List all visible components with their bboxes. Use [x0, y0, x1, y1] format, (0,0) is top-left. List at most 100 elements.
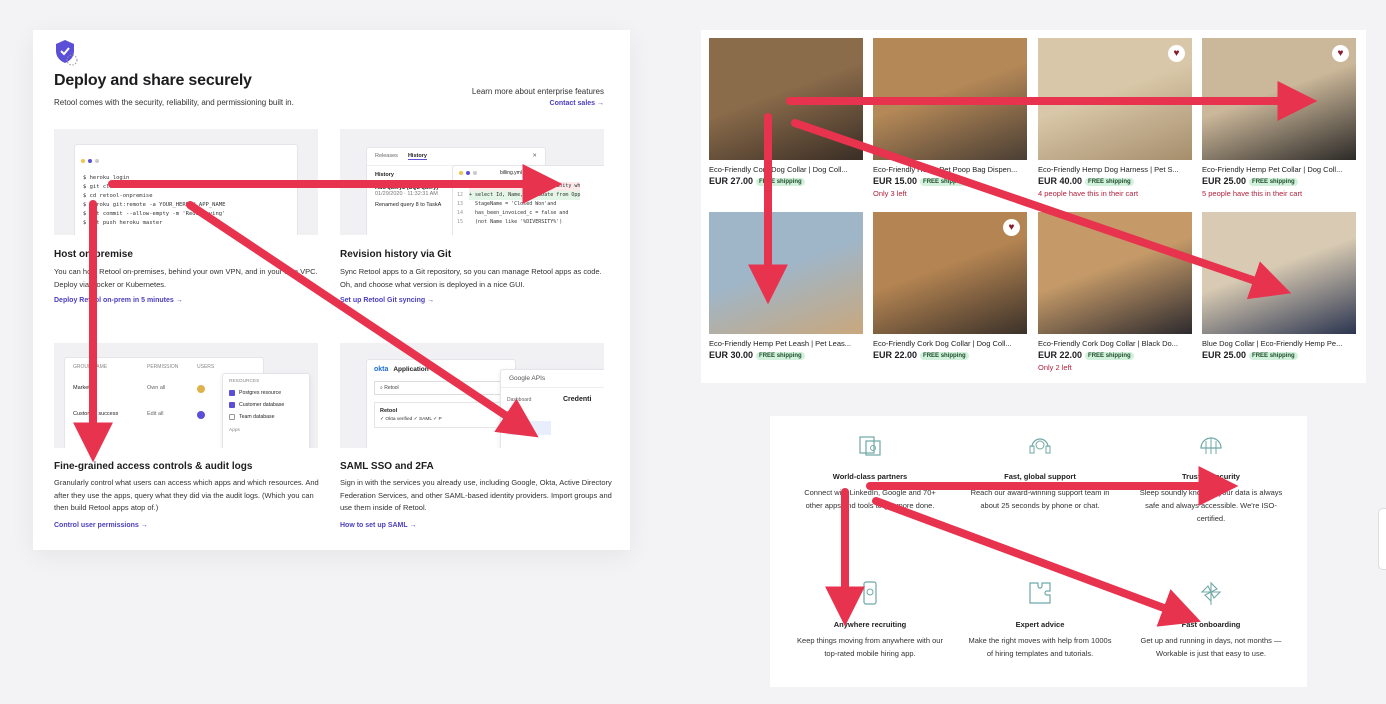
page-title: Deploy and share securely	[54, 72, 252, 89]
product-card[interactable]: Eco-Friendly Cork Dog Collar | Dog Coll.…	[709, 38, 864, 186]
product-card[interactable]: ♥ Eco-Friendly Cork Dog Collar | Dog Coll…	[873, 212, 1028, 360]
feature-desc: Get up and running in days, not months —…	[1140, 636, 1282, 658]
control-permissions-link[interactable]: Control user permissions →	[54, 522, 148, 529]
diff-code: - select Id, Name from Opportunity wh + …	[469, 182, 581, 227]
diff-line-added: + select Id, Name, CloseDate from Opp	[469, 191, 581, 200]
product-card[interactable]: Eco-Friendly Cork Dog Collar | Black Do.…	[1038, 212, 1193, 372]
search-value: Retool	[384, 385, 399, 391]
code-line: $ git push heroku master	[83, 220, 163, 226]
code-line: $ git clone	[83, 184, 120, 190]
checkbox-checked-icon[interactable]	[229, 390, 235, 396]
product-name[interactable]: Eco-Friendly Cork Dog Collar | Dog Coll.…	[873, 339, 1023, 348]
free-shipping-badge: FREE shipping	[756, 178, 805, 186]
free-shipping-badge: FREE shipping	[1249, 352, 1298, 360]
product-name[interactable]: Eco-Friendly Hemp Pet Collar | Dog Coll.…	[1202, 165, 1352, 174]
nav-item-credentials[interactable]: Credentials	[507, 421, 551, 435]
product-image[interactable]	[1202, 212, 1356, 334]
nav-item-library[interactable]: Library	[507, 407, 551, 421]
workable-features-panel: World-class partners Connect with Linked…	[770, 416, 1307, 687]
security-icon	[1200, 437, 1222, 454]
product-image[interactable]: ♥	[873, 212, 1027, 334]
product-card[interactable]: ♥ Eco-Friendly Hemp Dog Harness | Pet S..…	[1038, 38, 1193, 198]
product-price: EUR 40.00 FREE shipping	[1038, 176, 1193, 186]
product-image[interactable]	[709, 38, 863, 160]
product-card[interactable]: ♥ Eco-Friendly Hemp Pet Collar | Dog Coll…	[1202, 38, 1357, 198]
okta-search-input[interactable]: ⌕ Retool	[374, 381, 508, 395]
diff-line-removed: - select Id, Name from Opportunity wh	[469, 182, 581, 191]
price-value: EUR 25.00	[1202, 176, 1247, 186]
favorite-heart-icon[interactable]: ♥	[1332, 45, 1349, 62]
diff-filename: billing.yml	[500, 170, 522, 176]
feature-security: Trusted security Sleep soundly knowing y…	[1136, 432, 1286, 525]
code-line: $ git commit --allow-empty -m 'Redeployi…	[83, 211, 226, 217]
product-name[interactable]: Eco-Friendly Cork Dog Collar | Black Do.…	[1038, 339, 1188, 348]
resources-heading: RESOURCES	[229, 379, 260, 384]
feature-recruiting: Anywhere recruiting Keep things moving f…	[795, 580, 945, 660]
product-card[interactable]: Eco-Friendly Hemp Pet Leash | Pet Leas..…	[709, 212, 864, 360]
resource-option[interactable]: Team database	[223, 411, 309, 423]
resources-dropdown: RESOURCES Postgres resource Customer dat…	[222, 373, 310, 448]
product-grid-panel: Eco-Friendly Cork Dog Collar | Dog Coll.…	[701, 30, 1366, 383]
product-name[interactable]: Eco-Friendly Hemp Dog Harness | Pet S...	[1038, 165, 1188, 174]
feature-title: Fast, global support	[1004, 472, 1076, 481]
price-value: EUR 30.00	[709, 350, 754, 360]
app-name: Retool	[380, 408, 398, 414]
card-desc-access: Granularly control what users can access…	[54, 478, 319, 512]
code-line: $ heroku login	[83, 175, 130, 181]
diff-line: StageName = 'Closed Won'and	[469, 201, 557, 207]
page-subtitle: Retool comes with the security, reliabil…	[54, 98, 294, 107]
git-syncing-link[interactable]: Set up Retool Git syncing →	[340, 297, 434, 304]
group-name: Marketing	[73, 385, 98, 391]
column-header: USERS	[197, 364, 215, 370]
tab-releases[interactable]: Releases	[375, 153, 398, 160]
resource-option[interactable]: Postgres resource	[223, 387, 309, 399]
close-icon[interactable]: ✕	[532, 153, 537, 160]
google-apis-title: Google APIs	[501, 370, 604, 388]
setup-saml-link[interactable]: How to set up SAML →	[340, 522, 416, 529]
enterprise-features-text: Learn more about enterprise features	[471, 87, 604, 96]
feature-title: World-class partners	[832, 472, 908, 481]
product-image[interactable]: ♥	[1202, 38, 1356, 160]
feature-desc: Connect with LinkedIn, Google and 70+ ot…	[804, 488, 936, 510]
deploy-on-prem-link[interactable]: Deploy Retool on-prem in 5 minutes →	[54, 297, 183, 304]
product-image[interactable]: ♥	[1038, 38, 1192, 160]
okta-app-item[interactable]: Retool ✓ Okta verified ✓ SAML ✓ P	[374, 402, 508, 428]
permission-value: Edit all	[147, 411, 164, 417]
checkbox-icon[interactable]	[229, 414, 235, 420]
host-on-premise-illustration: $ heroku login $ git clone $ cd retool-o…	[54, 129, 318, 235]
side-panel-handle[interactable]	[1378, 508, 1386, 570]
product-image[interactable]	[709, 212, 863, 334]
contact-sales-link[interactable]: Contact sales →	[550, 100, 604, 107]
feature-desc: Reach our award-winning support team in …	[970, 488, 1110, 510]
nav-item-dashboard[interactable]: Dashboard	[507, 393, 551, 407]
code-line: $ cd retool-onpremise	[83, 193, 153, 199]
product-price: EUR 30.00 FREE shipping	[709, 350, 864, 360]
resource-option[interactable]: Customer database	[223, 399, 309, 411]
product-price: EUR 15.00 FREE shipping	[873, 176, 1028, 186]
tab-history[interactable]: History	[407, 153, 427, 160]
product-name[interactable]: Blue Dog Collar | Eco-Friendly Hemp Pe..…	[1202, 339, 1352, 348]
product-card[interactable]: Blue Dog Collar | Eco-Friendly Hemp Pe..…	[1202, 212, 1357, 360]
diff-panel: billing.yml 11 12 13 14 15 - select Id, …	[452, 165, 604, 235]
resource-label: Postgres resource	[239, 390, 282, 396]
product-image[interactable]	[1038, 212, 1192, 334]
column-header: PERMISSION	[147, 364, 179, 370]
partners-icon	[859, 436, 881, 456]
window-dots	[75, 145, 297, 173]
favorite-heart-icon[interactable]: ♥	[1003, 219, 1020, 236]
resource-label: Customer database	[239, 402, 285, 408]
product-image[interactable]	[873, 38, 1027, 160]
favorite-heart-icon[interactable]: ♥	[1168, 45, 1185, 62]
product-note: Only 2 left	[1038, 363, 1072, 372]
checkbox-checked-icon[interactable]	[229, 402, 235, 408]
product-name[interactable]: Eco-Friendly Cork Dog Collar | Dog Coll.…	[709, 165, 859, 174]
price-value: EUR 27.00	[709, 176, 754, 186]
product-note: Only 3 left	[873, 189, 907, 198]
feature-support: Fast, global support Reach our award-win…	[965, 432, 1115, 512]
product-name[interactable]: Eco-Friendly Hemp Pet Poop Bag Dispen...	[873, 165, 1023, 174]
line-number: 15	[457, 219, 464, 225]
column-header: GROUP NAME	[73, 364, 108, 370]
free-shipping-badge: FREE shipping	[756, 352, 805, 360]
product-card[interactable]: Eco-Friendly Hemp Pet Poop Bag Dispen...…	[873, 38, 1028, 198]
product-name[interactable]: Eco-Friendly Hemp Pet Leash | Pet Leas..…	[709, 339, 859, 348]
